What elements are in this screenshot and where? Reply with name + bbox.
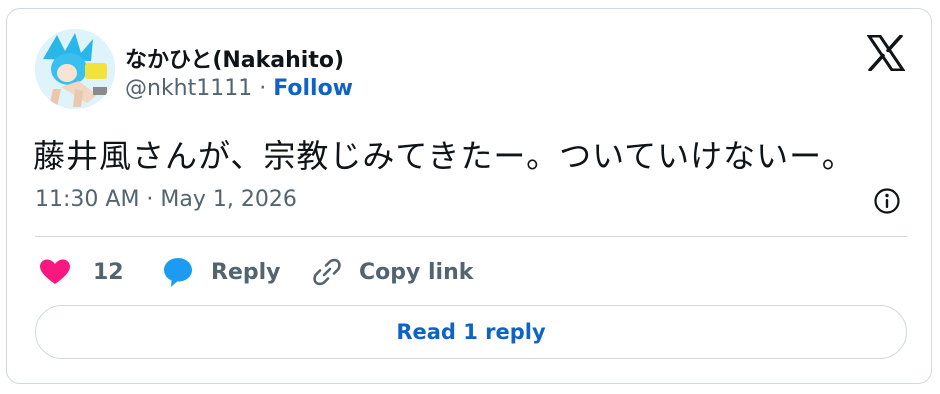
speech-bubble-icon bbox=[164, 258, 192, 287]
follow-link[interactable]: Follow bbox=[273, 76, 353, 101]
author-display-name[interactable]: なかひと(Nakahito) bbox=[125, 42, 344, 74]
avatar-image bbox=[35, 29, 115, 109]
x-logo-icon[interactable] bbox=[866, 34, 906, 72]
copy-link-button[interactable]: Copy link bbox=[311, 252, 473, 292]
tweet-text: 藤井風さんが、宗教じみてきたー。ついていけないー。 bbox=[33, 137, 855, 175]
tweet-timestamp[interactable]: 11:30 AM · May 1, 2026 bbox=[35, 187, 297, 212]
avatar[interactable] bbox=[35, 29, 115, 109]
like-count: 12 bbox=[93, 259, 124, 285]
handle-separator: · bbox=[252, 76, 274, 101]
info-icon[interactable] bbox=[873, 187, 901, 215]
copy-link-label: Copy link bbox=[359, 259, 474, 285]
divider bbox=[35, 236, 907, 237]
action-bar: 12 Reply Copy link bbox=[35, 252, 907, 292]
author-handle[interactable]: @nkht1111 bbox=[125, 76, 252, 101]
read-replies-button[interactable]: Read 1 reply bbox=[35, 305, 907, 359]
like-button[interactable]: 12 bbox=[39, 252, 124, 292]
tweet-card: なかひと(Nakahito) @nkht1111 · Follow 藤井風さんが… bbox=[6, 8, 932, 384]
author-handle-row: @nkht1111 · Follow bbox=[125, 76, 353, 101]
reply-label: Reply bbox=[211, 259, 281, 285]
heart-icon bbox=[40, 259, 70, 284]
reply-button[interactable]: Reply bbox=[161, 252, 281, 292]
link-icon bbox=[313, 258, 341, 286]
